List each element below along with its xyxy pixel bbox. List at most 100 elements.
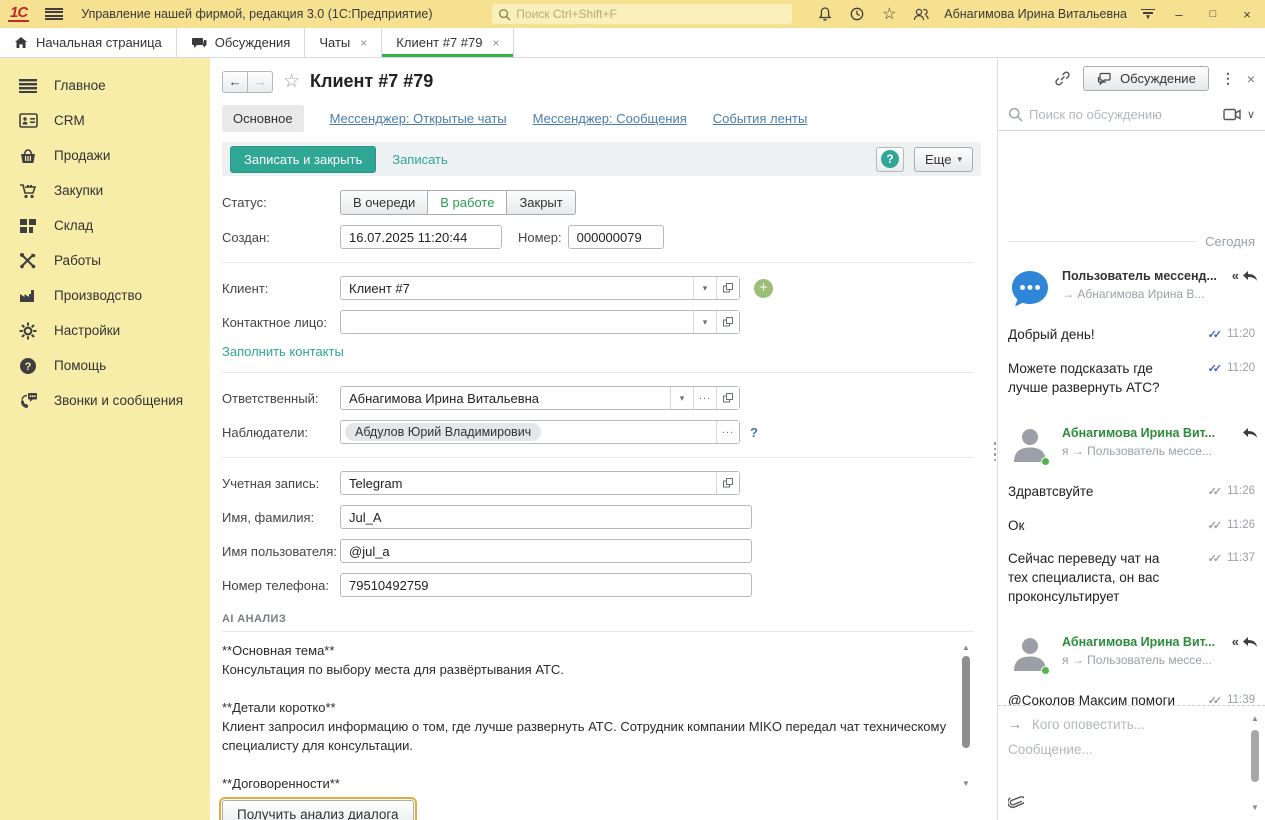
dropdown-button[interactable]: ▾ xyxy=(693,311,716,333)
ai-text-scrollbar[interactable]: ▲ ▼ xyxy=(960,642,972,790)
ai-analysis-text[interactable]: **Основная тема** Консультация по выбору… xyxy=(222,642,974,790)
scrollbar-thumb[interactable] xyxy=(962,656,970,748)
watchers-help-link[interactable]: ? xyxy=(750,425,758,440)
tab-main[interactable]: Основное xyxy=(222,105,304,132)
get-analysis-button[interactable]: Получить анализ диалога xyxy=(222,800,414,820)
maximize-button[interactable]: □ xyxy=(1203,8,1223,20)
back-button[interactable]: ← xyxy=(222,71,248,93)
discussion-search-input[interactable] xyxy=(1029,107,1217,122)
sidebar-item-settings[interactable]: Настройки xyxy=(0,313,210,348)
chat-message[interactable]: Сейчас переведу чат на тех специалиста, … xyxy=(1008,550,1255,607)
chat-message[interactable]: Добрый день! ✓✓11:20 xyxy=(1008,326,1255,345)
dropdown-button[interactable]: ▾ xyxy=(693,277,716,299)
status-closed-button[interactable]: Закрыт xyxy=(506,190,575,215)
account-field[interactable] xyxy=(340,471,740,495)
sidebar-item-crm[interactable]: CRM xyxy=(0,103,210,138)
reply-arrow-icon[interactable] xyxy=(1242,270,1258,282)
sidebar-item-warehouse[interactable]: Склад xyxy=(0,208,210,243)
open-button[interactable] xyxy=(716,311,739,333)
panel-menu-icon[interactable]: ⋮ xyxy=(1221,70,1235,87)
favorite-star-icon[interactable]: ☆ xyxy=(283,70,300,93)
sidebar-item-main[interactable]: Главное xyxy=(0,68,210,103)
forward-button[interactable]: → xyxy=(247,71,273,93)
message-input[interactable]: Сообщение... xyxy=(1008,742,1241,757)
tab-messages[interactable]: Мессенджер: Сообщения xyxy=(533,111,687,126)
sidebar-item-help[interactable]: ? Помощь xyxy=(0,348,210,383)
scrollbar-thumb[interactable] xyxy=(1251,730,1259,782)
close-panel-icon[interactable]: × xyxy=(1247,71,1255,87)
scroll-down-icon[interactable]: ▼ xyxy=(960,778,972,790)
save-button[interactable]: Записать xyxy=(392,152,448,167)
composer-scrollbar[interactable]: ▲ ▼ xyxy=(1249,714,1261,812)
chat-message[interactable]: Можете подсказать где лучше развернуть А… xyxy=(1008,360,1255,398)
users-icon[interactable] xyxy=(912,5,930,23)
close-tab-icon[interactable]: × xyxy=(360,36,367,50)
choose-button[interactable]: ... xyxy=(716,421,739,443)
scroll-down-icon[interactable]: ▼ xyxy=(1249,803,1261,812)
open-button[interactable] xyxy=(716,277,739,299)
open-button[interactable] xyxy=(716,387,739,409)
history-icon[interactable] xyxy=(848,5,866,23)
sidebar-item-purchases[interactable]: Закупки xyxy=(0,173,210,208)
chat-message[interactable]: @Соколов Максим помоги пожалуйста ✓✓11:3… xyxy=(1008,692,1255,705)
close-tab-icon[interactable]: × xyxy=(492,36,499,50)
sender-name[interactable]: Абнагимова Ирина Вит... xyxy=(1062,426,1239,440)
responsible-input[interactable] xyxy=(341,387,670,409)
watchers-field[interactable]: Абдулов Юрий Владимирович ... xyxy=(340,420,740,444)
chat-message[interactable]: Ок ✓✓11:26 xyxy=(1008,517,1255,536)
sidebar-item-calls[interactable]: Звонки и сообщения xyxy=(0,383,210,418)
video-call-icon[interactable] xyxy=(1223,108,1241,121)
attach-paperclip-icon[interactable] xyxy=(1008,794,1024,812)
sidebar-item-production[interactable]: Производство xyxy=(0,278,210,313)
client-input[interactable] xyxy=(341,277,693,299)
status-queued-button[interactable]: В очереди xyxy=(340,190,428,215)
scroll-up-icon[interactable]: ▲ xyxy=(960,642,972,654)
save-close-button[interactable]: Записать и закрыть xyxy=(230,146,376,173)
tab-discussions[interactable]: Обсуждения xyxy=(177,28,306,57)
fill-contacts-link[interactable]: Заполнить контакты xyxy=(222,344,344,359)
dropdown-button[interactable]: ▾ xyxy=(670,387,693,409)
responsible-field[interactable]: ▾ ... xyxy=(340,386,740,410)
tab-client[interactable]: Клиент #7 #79 × xyxy=(382,28,514,57)
open-button[interactable] xyxy=(716,472,739,494)
scroll-up-icon[interactable]: ▲ xyxy=(1249,714,1261,723)
username-input[interactable] xyxy=(340,539,752,563)
fullname-input[interactable] xyxy=(340,505,752,529)
add-client-button[interactable]: + xyxy=(754,279,773,298)
notifications-bell-icon[interactable] xyxy=(816,5,834,23)
number-input[interactable] xyxy=(568,225,664,249)
sidebar-item-sales[interactable]: Продажи xyxy=(0,138,210,173)
link-icon[interactable] xyxy=(1054,70,1071,87)
phone-input[interactable] xyxy=(340,573,752,597)
chevron-down-icon[interactable]: ∨ xyxy=(1247,108,1255,121)
tab-open-chats[interactable]: Мессенджер: Открытые чаты xyxy=(330,111,507,126)
chat-message[interactable]: Здравтсвуйте ✓✓11:26 xyxy=(1008,483,1255,502)
tab-chats[interactable]: Чаты × xyxy=(305,28,382,57)
close-window-button[interactable]: × xyxy=(1237,7,1257,22)
minimize-button[interactable]: – xyxy=(1169,7,1189,22)
sender-name[interactable]: Абнагимова Ирина Вит... xyxy=(1062,635,1229,649)
tab-feed-events[interactable]: События ленты xyxy=(713,111,808,126)
global-search[interactable] xyxy=(492,4,792,24)
sender-name[interactable]: Пользователь мессенд... xyxy=(1062,269,1229,283)
more-button[interactable]: Еще▾ xyxy=(914,147,973,172)
tab-home[interactable]: Начальная страница xyxy=(0,28,177,57)
help-button[interactable]: ? xyxy=(876,147,904,172)
account-input[interactable] xyxy=(341,472,716,494)
notify-whom-field[interactable]: Кого оповестить... xyxy=(1032,717,1145,732)
global-search-input[interactable] xyxy=(516,7,786,21)
reply-arrow-icon[interactable] xyxy=(1242,427,1258,439)
favorites-star-icon[interactable]: ☆ xyxy=(880,5,898,23)
reply-arrow-icon[interactable] xyxy=(1242,636,1258,648)
current-user-name[interactable]: Абнагимова Ирина Витальевна xyxy=(944,7,1127,21)
sidebar-item-works[interactable]: Работы xyxy=(0,243,210,278)
discussion-toggle-button[interactable]: Обсуждение xyxy=(1083,66,1209,91)
created-input[interactable] xyxy=(340,225,502,249)
client-field[interactable]: ▾ xyxy=(340,276,740,300)
status-inwork-button[interactable]: В работе xyxy=(427,190,507,215)
contact-field[interactable]: ▾ xyxy=(340,310,740,334)
service-menu-icon[interactable]: ▾ xyxy=(1141,9,1155,20)
choose-button[interactable]: ... xyxy=(693,387,716,409)
contact-input[interactable] xyxy=(341,311,693,333)
main-menu-icon[interactable] xyxy=(45,8,63,20)
